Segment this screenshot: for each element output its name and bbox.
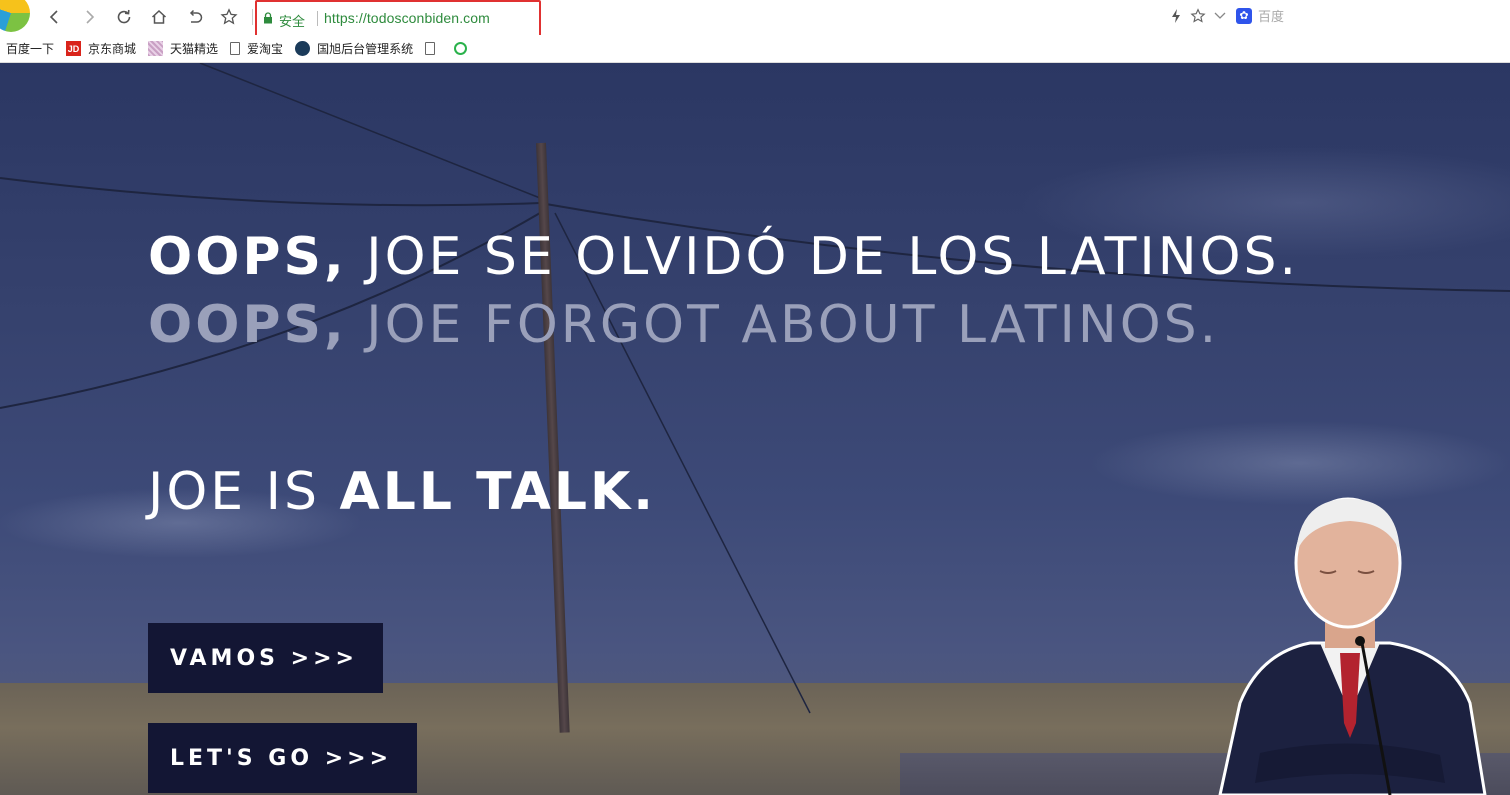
- headline-spanish-bold: OOPS,: [148, 227, 347, 287]
- bookmark-aitaobao[interactable]: 爱淘宝: [230, 40, 283, 57]
- url-text[interactable]: https://todosconbiden.com: [324, 10, 490, 26]
- bookmark-label: 国旭后台管理系统: [317, 42, 414, 56]
- hero-section: OOPS, JOE SE OLVIDÓ DE LOS LATINOS. OOPS…: [0, 63, 1510, 795]
- headline-english-text: JOE FORGOT ABOUT LATINOS.: [346, 295, 1220, 355]
- bookmark-jd[interactable]: JD 京东商城: [66, 40, 136, 57]
- bookmark-label: 天猫精选: [170, 42, 219, 56]
- search-engine-selector[interactable]: ✿ 百度: [1236, 6, 1284, 25]
- address-actions: [1170, 8, 1226, 28]
- tagline-bold: ALL TALK.: [339, 462, 657, 522]
- jd-icon: JD: [66, 41, 82, 56]
- download-icon: [454, 42, 468, 55]
- bookmark-download[interactable]: [454, 42, 474, 55]
- forward-icon[interactable]: [77, 5, 101, 29]
- back-icon[interactable]: [43, 5, 67, 29]
- tagline-text: JOE IS: [148, 462, 340, 522]
- baidu-paw-icon: ✿: [1236, 7, 1252, 24]
- bookmark-label: 百度一下: [6, 42, 55, 56]
- chevron-down-icon[interactable]: [1214, 8, 1226, 28]
- vamos-button[interactable]: VAMOS >>>: [148, 623, 383, 693]
- lets-go-button[interactable]: LET'S GO >>>: [148, 723, 417, 793]
- bookmark-tmall[interactable]: 天猫精选: [148, 40, 218, 57]
- bookmark-label: 爱淘宝: [247, 42, 284, 56]
- browser-toolbar: 安全 https://todosconbiden.com ✿ 百度: [0, 0, 1510, 37]
- file-icon: [230, 42, 241, 55]
- headline-spanish: OOPS, JOE SE OLVIDÓ DE LOS LATINOS.: [148, 231, 1299, 283]
- browser-logo-icon[interactable]: [0, 0, 30, 32]
- person-photo: [1218, 497, 1487, 795]
- undo-icon[interactable]: [183, 5, 207, 29]
- bookmark-baidu[interactable]: 百度一下: [6, 40, 54, 57]
- lightning-icon[interactable]: [1170, 8, 1182, 28]
- bookmark-star-icon[interactable]: [217, 5, 241, 29]
- address-divider: [317, 11, 318, 26]
- home-icon[interactable]: [147, 5, 171, 29]
- search-engine-label: 百度: [1258, 9, 1285, 24]
- toolbar-divider: [252, 9, 253, 25]
- headline-english: OOPS, JOE FORGOT ABOUT LATINOS.: [148, 299, 1219, 351]
- lock-icon: [264, 12, 272, 24]
- bookmark-untitled[interactable]: [425, 42, 442, 55]
- gx-icon: [295, 41, 311, 56]
- secure-label: 安全: [279, 14, 306, 29]
- tmall-icon: [148, 41, 164, 56]
- reload-icon[interactable]: [112, 5, 136, 29]
- bookmark-guoxu-admin[interactable]: 国旭后台管理系统: [295, 40, 413, 57]
- address-bar[interactable]: 安全 https://todosconbiden.com: [255, 0, 541, 37]
- headline-english-bold: OOPS,: [148, 295, 347, 355]
- headline-spanish-text: JOE SE OLVIDÓ DE LOS LATINOS.: [346, 227, 1300, 287]
- bookmark-label: 京东商城: [88, 42, 137, 56]
- bookmarks-bar: 百度一下 JD 京东商城 天猫精选 爱淘宝 国旭后台管理系统: [0, 35, 1510, 63]
- favorite-star-icon[interactable]: [1190, 8, 1206, 28]
- file-icon: [425, 42, 436, 55]
- tagline: JOE IS ALL TALK.: [148, 466, 656, 518]
